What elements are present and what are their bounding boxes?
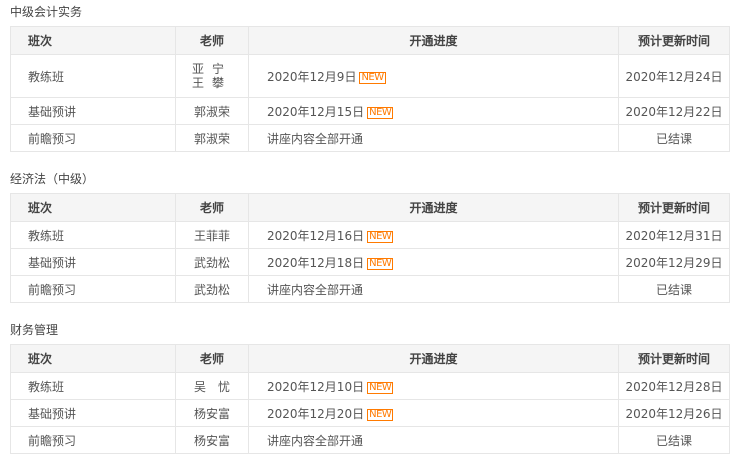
update-cell: 已结课 — [618, 426, 730, 454]
header-update: 预计更新时间 — [618, 193, 730, 222]
section-title: 中级会计实务 — [10, 5, 83, 19]
class-cell: 基础预讲 — [10, 248, 176, 276]
progress-cell: 2020年12月16日 NEW — [248, 221, 619, 249]
update-cell: 2020年12月31日 — [618, 221, 730, 249]
table-row: 教练班 亚宁 王攀 2020年12月9日 NEW 2020年12月24日 — [10, 54, 730, 98]
class-cell: 基础预讲 — [10, 399, 176, 427]
progress-cell: 讲座内容全部开通 — [248, 275, 619, 303]
update-cell: 已结课 — [618, 124, 730, 152]
update-cell: 2020年12月29日 — [618, 248, 730, 276]
teacher-name: 亚宁 — [191, 62, 232, 76]
table-header: 班次 老师 开通进度 预计更新时间 — [10, 26, 730, 55]
progress-text: 2020年12月15日 — [267, 104, 365, 119]
header-progress: 开通进度 — [248, 193, 619, 222]
new-badge: NEW — [367, 408, 394, 421]
progress-cell: 2020年12月15日 NEW — [248, 97, 619, 125]
teacher-name: 郭淑荣 — [193, 131, 230, 146]
update-cell: 已结课 — [618, 275, 730, 303]
teacher-cell: 武劲松 — [175, 275, 249, 303]
header-progress: 开通进度 — [248, 26, 619, 55]
table-row: 基础预讲 杨安富 2020年12月20日 NEW 2020年12月26日 — [10, 399, 730, 427]
teacher-cell: 郭淑荣 — [175, 124, 249, 152]
table-row: 教练班 吴 忧 2020年12月10日 NEW 2020年12月28日 — [10, 372, 730, 400]
teacher-name: 武劲松 — [193, 255, 230, 270]
table-row: 基础预讲 郭淑荣 2020年12月15日 NEW 2020年12月22日 — [10, 97, 730, 125]
table-row: 基础预讲 武劲松 2020年12月18日 NEW 2020年12月29日 — [10, 248, 730, 276]
progress-cell: 2020年12月9日 NEW — [248, 54, 619, 98]
section-title: 经济法（中级） — [10, 172, 95, 186]
section-title: 财务管理 — [10, 323, 59, 337]
course-section: 中级会计实务 班次 老师 开通进度 预计更新时间 教练班 亚宁 王攀 2020年1… — [0, 4, 730, 152]
progress-text: 讲座内容全部开通 — [267, 282, 364, 297]
table-row: 前瞻预习 杨安富 讲座内容全部开通 已结课 — [10, 426, 730, 454]
progress-text: 讲座内容全部开通 — [267, 131, 364, 146]
progress-cell: 讲座内容全部开通 — [248, 426, 619, 454]
teacher-cell: 杨安富 — [175, 399, 249, 427]
teacher-name: 杨安富 — [193, 433, 230, 448]
progress-text: 2020年12月20日 — [267, 406, 365, 421]
class-cell: 教练班 — [10, 372, 176, 400]
progress-cell: 2020年12月10日 NEW — [248, 372, 619, 400]
class-cell: 教练班 — [10, 54, 176, 98]
new-badge: NEW — [367, 257, 394, 270]
progress-text: 2020年12月16日 — [267, 228, 365, 243]
table-row: 前瞻预习 武劲松 讲座内容全部开通 已结课 — [10, 275, 730, 303]
class-cell: 前瞻预习 — [10, 124, 176, 152]
schedule-table: 班次 老师 开通进度 预计更新时间 教练班 王菲菲 2020年12月16日 NEW… — [10, 193, 730, 303]
class-cell: 教练班 — [10, 221, 176, 249]
class-cell: 前瞻预习 — [10, 275, 176, 303]
schedule-table: 班次 老师 开通进度 预计更新时间 教练班 吴 忧 2020年12月10日 NEW… — [10, 344, 730, 454]
table-row: 前瞻预习 郭淑荣 讲座内容全部开通 已结课 — [10, 124, 730, 152]
progress-text: 2020年12月18日 — [267, 255, 365, 270]
new-badge: NEW — [359, 71, 386, 84]
teacher-name: 王菲菲 — [193, 228, 230, 243]
teacher-name: 郭淑荣 — [193, 104, 230, 119]
progress-text: 2020年12月10日 — [267, 379, 365, 394]
header-progress: 开通进度 — [248, 344, 619, 373]
table-row: 教练班 王菲菲 2020年12月16日 NEW 2020年12月31日 — [10, 221, 730, 249]
teacher-cell: 王菲菲 — [175, 221, 249, 249]
progress-cell: 讲座内容全部开通 — [248, 124, 619, 152]
update-cell: 2020年12月28日 — [618, 372, 730, 400]
update-cell: 2020年12月26日 — [618, 399, 730, 427]
table-header: 班次 老师 开通进度 预计更新时间 — [10, 193, 730, 222]
class-cell: 基础预讲 — [10, 97, 176, 125]
new-badge: NEW — [367, 381, 394, 394]
course-section: 财务管理 班次 老师 开通进度 预计更新时间 教练班 吴 忧 2020年12月1… — [0, 322, 730, 454]
teacher-name: 吴 忧 — [193, 379, 230, 394]
teacher-cell: 武劲松 — [175, 248, 249, 276]
progress-cell: 2020年12月18日 NEW — [248, 248, 619, 276]
header-class: 班次 — [10, 193, 176, 222]
teacher-cell: 郭淑荣 — [175, 97, 249, 125]
header-teacher: 老师 — [175, 193, 249, 222]
teacher-name: 王攀 — [191, 76, 232, 90]
header-class: 班次 — [10, 26, 176, 55]
header-update: 预计更新时间 — [618, 344, 730, 373]
header-class: 班次 — [10, 344, 176, 373]
header-update: 预计更新时间 — [618, 26, 730, 55]
teacher-cell: 杨安富 — [175, 426, 249, 454]
table-header: 班次 老师 开通进度 预计更新时间 — [10, 344, 730, 373]
teacher-name: 杨安富 — [193, 406, 230, 421]
update-cell: 2020年12月22日 — [618, 97, 730, 125]
progress-text: 2020年12月9日 — [267, 69, 357, 84]
update-cell: 2020年12月24日 — [618, 54, 730, 98]
course-section: 经济法（中级） 班次 老师 开通进度 预计更新时间 教练班 王菲菲 2020年1… — [0, 171, 730, 303]
teacher-cell: 吴 忧 — [175, 372, 249, 400]
schedule-table: 班次 老师 开通进度 预计更新时间 教练班 亚宁 王攀 2020年12月9日 NEW… — [10, 26, 730, 152]
header-teacher: 老师 — [175, 26, 249, 55]
new-badge: NEW — [367, 106, 394, 119]
progress-cell: 2020年12月20日 NEW — [248, 399, 619, 427]
class-cell: 前瞻预习 — [10, 426, 176, 454]
new-badge: NEW — [367, 230, 394, 243]
teacher-name: 武劲松 — [193, 282, 230, 297]
header-teacher: 老师 — [175, 344, 249, 373]
progress-text: 讲座内容全部开通 — [267, 433, 364, 448]
teacher-cell: 亚宁 王攀 — [175, 54, 249, 98]
